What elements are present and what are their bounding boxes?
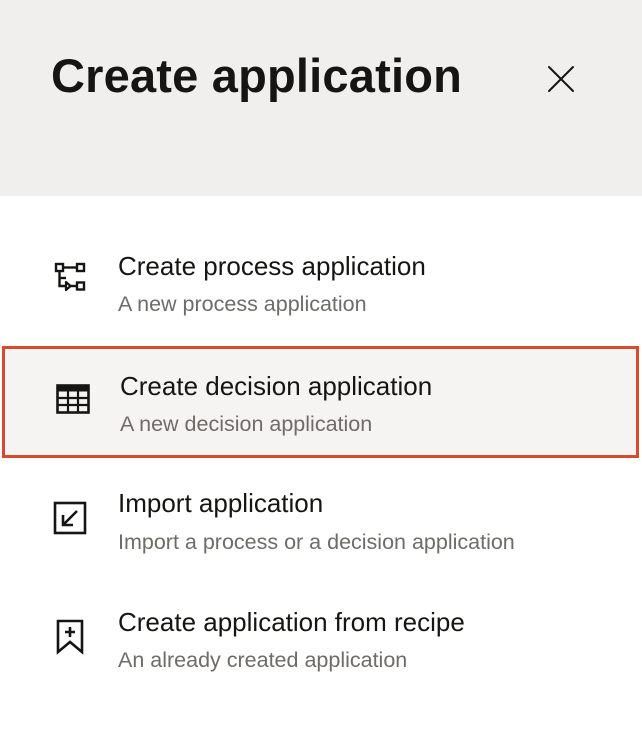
option-title: Create decision application xyxy=(120,371,433,401)
option-title: Create process application xyxy=(118,251,426,281)
option-description: Import a process or a decision applicati… xyxy=(118,530,515,554)
option-description: A new process application xyxy=(118,292,367,316)
create-process-application-option[interactable]: Create process application A new process… xyxy=(0,230,642,340)
option-title: Import application xyxy=(118,488,324,518)
import-arrow-icon xyxy=(50,498,90,538)
dialog-title: Create application xyxy=(51,49,463,102)
import-application-option[interactable]: Import application Import a process or a… xyxy=(0,466,642,576)
close-icon xyxy=(546,64,576,99)
table-grid-icon xyxy=(53,379,93,419)
close-button[interactable] xyxy=(541,61,581,101)
bookmark-plus-icon xyxy=(50,617,90,657)
create-application-from-recipe-option[interactable]: Create application from recipe An alread… xyxy=(0,585,642,695)
process-flow-icon xyxy=(50,258,90,298)
create-application-dialog: Create application Create process applic… xyxy=(0,0,642,738)
option-description: A new decision application xyxy=(120,412,373,436)
option-description: An already created application xyxy=(118,648,408,672)
dialog-header: Create application xyxy=(0,0,642,196)
option-title: Create application from recipe xyxy=(118,607,465,637)
create-decision-application-option[interactable]: Create decision application A new decisi… xyxy=(2,346,639,458)
